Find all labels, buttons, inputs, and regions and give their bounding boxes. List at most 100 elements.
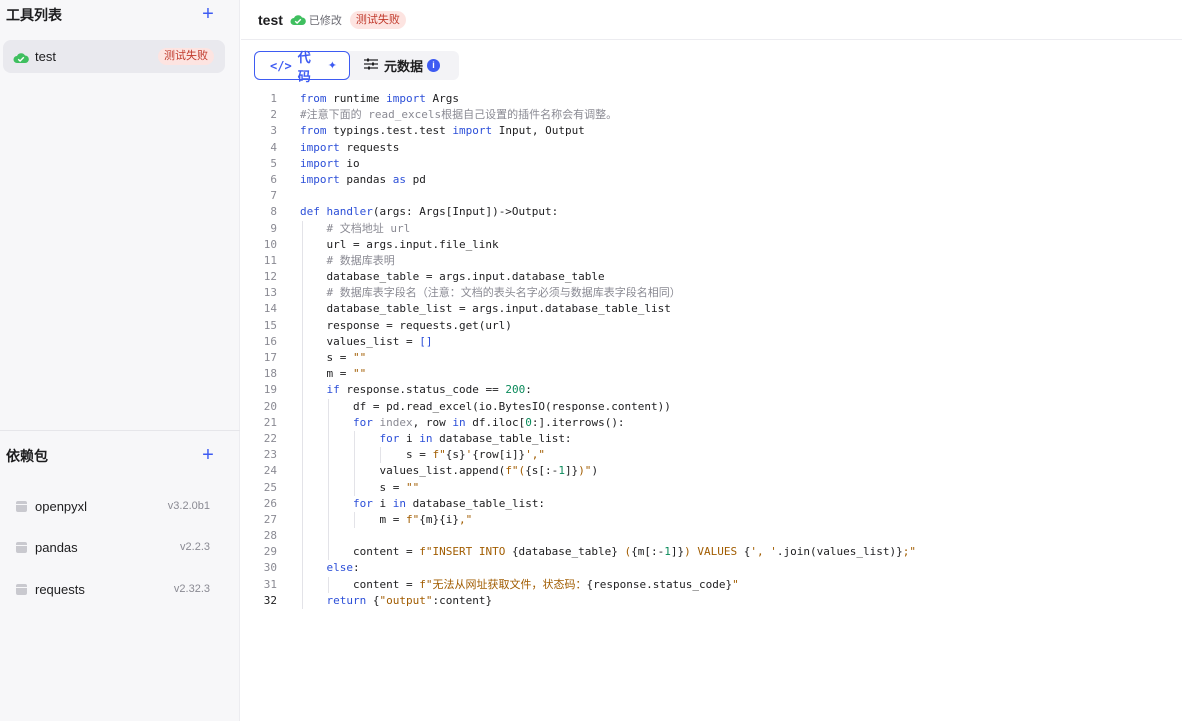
deps-section-title: 依赖包	[6, 448, 48, 464]
code-editor[interactable]: 1 from runtime import Args 2 #注意下面的 read_e…	[241, 91, 1182, 609]
add-dependency-button[interactable]: +	[198, 445, 218, 465]
line-number: 6	[270, 172, 277, 186]
tools-section-header: 工具列表 +	[0, 0, 240, 30]
line-number: 8	[270, 205, 277, 219]
line-number: 23	[263, 448, 277, 462]
code-line: s = ""	[277, 350, 366, 367]
line-number: 18	[263, 367, 277, 381]
tools-section-title: 工具列表	[6, 7, 62, 23]
code-line: def handler(args: Args[Input])->Output:	[300, 205, 559, 219]
line-number: 12	[263, 270, 277, 284]
code-line: m = ""	[277, 366, 366, 383]
topbar: test 已修改 测试失败	[241, 0, 1182, 40]
line-number: 9	[270, 221, 277, 235]
dependency-version: v2.32.3	[173, 583, 210, 595]
line-number: 20	[263, 399, 277, 413]
line-number: 24	[263, 464, 277, 478]
line-number: 27	[263, 512, 277, 526]
code-line: import requests	[300, 140, 400, 154]
line-number: 11	[263, 253, 277, 267]
code-line: # 数据库表字段名（注意：文档的表头名字必须与数据库表字段名相同）	[277, 285, 681, 302]
modified-status: 已修改	[290, 12, 342, 28]
sidebar-divider	[0, 430, 240, 431]
dependency-name: openpyxl	[35, 498, 88, 514]
tab-code[interactable]: </> 代码 ✦	[254, 50, 350, 84]
code-line: else:	[277, 560, 360, 577]
code-line: df = pd.read_excel(io.BytesIO(response.c…	[277, 398, 671, 415]
info-icon[interactable]: i	[427, 59, 441, 72]
sparkle-icon: ✦	[327, 60, 337, 72]
deps-section-header: 依赖包 +	[0, 441, 240, 471]
code-line: url = args.input.file_link	[277, 236, 499, 253]
code-line: content = f"INSERT INTO {database_table}…	[277, 544, 916, 561]
tab-metadata[interactable]: 元数据 i	[350, 51, 459, 80]
tool-item-name: test	[35, 49, 56, 64]
line-number: 14	[263, 302, 277, 316]
code-line: response = requests.get(url)	[277, 317, 512, 334]
line-number: 28	[263, 529, 277, 543]
line-number: 32	[263, 593, 277, 607]
code-line: database_table = args.input.database_tab…	[277, 269, 605, 286]
line-number: 1	[270, 92, 277, 105]
code-line: for i in database_table_list:	[277, 430, 572, 448]
line-number: 2	[270, 108, 277, 122]
code-line: values_list = []	[277, 333, 432, 350]
line-number: 5	[270, 156, 277, 170]
code-line: for index, row in df.iloc[0:].iterrows()…	[277, 414, 625, 431]
line-number: 13	[263, 286, 277, 300]
line-number: 3	[270, 124, 277, 138]
line-number: 31	[263, 577, 277, 591]
line-number: 16	[263, 334, 277, 348]
code-line: import io	[300, 156, 360, 170]
code-line: database_table_list = args.input.databas…	[277, 301, 671, 318]
dependency-version: v3.2.0b1	[167, 500, 210, 512]
page-title: test	[258, 11, 283, 28]
editor-tabs: </> 代码 ✦ 元数据 i	[254, 50, 459, 84]
tool-status-badge: 测试失败	[158, 48, 214, 65]
code-line: content = f"无法从网址获取文件，状态码：{response.stat…	[277, 576, 739, 593]
code-line: # 文档地址 url	[277, 220, 410, 237]
dependency-version: v2.2.3	[180, 541, 210, 553]
code-line: import pandas as pd	[300, 172, 426, 186]
dependency-item[interactable]: pandas v2.2.3	[16, 537, 216, 557]
code-line: #注意下面的 read_excels根据自己设置的插件名称会有调整。	[300, 108, 618, 122]
code-line: values_list.append(f"({s[:-1]})")	[277, 463, 598, 480]
code-line: from typings.test.test import Input, Out…	[300, 124, 585, 138]
sidebar: 工具列表 + test 测试失败 依赖包 + openpyxl v3.2.0b1…	[0, 0, 240, 721]
dependency-name: requests	[35, 581, 85, 597]
code-line: for i in database_table_list:	[277, 495, 545, 512]
line-number: 17	[263, 351, 277, 364]
tool-item-test[interactable]: test 测试失败	[3, 40, 225, 73]
main-panel: test 已修改 测试失败 </> 代码 ✦ 元数据 i 1 from runti…	[241, 0, 1182, 721]
dependency-name: pandas	[35, 539, 78, 555]
line-number: 15	[263, 318, 277, 332]
line-number: 10	[263, 237, 277, 251]
line-number: 19	[263, 383, 277, 397]
line-number: 29	[263, 545, 277, 559]
sliders-icon	[364, 58, 378, 73]
code-line: if response.status_code == 200:	[277, 382, 532, 399]
dependency-item[interactable]: requests v2.32.3	[16, 579, 216, 599]
line-number: 4	[270, 140, 277, 154]
code-line	[277, 528, 329, 545]
line-number: 7	[270, 189, 277, 203]
package-icon	[16, 500, 27, 512]
cloud-check-icon	[13, 51, 29, 63]
tab-code-label: 代码	[297, 49, 311, 84]
line-number: 30	[263, 561, 277, 575]
tab-metadata-label: 元数据	[384, 59, 424, 74]
package-icon	[16, 583, 27, 595]
code-line: s = f"{s}'{row[i]}',"	[277, 447, 545, 464]
package-icon	[16, 541, 27, 553]
code-icon: </>	[270, 58, 292, 73]
code-line: return {"output":content}	[277, 592, 492, 609]
cloud-check-icon	[290, 14, 306, 26]
code-line: m = f"{m}{i},"	[277, 511, 472, 529]
line-number: 22	[263, 431, 277, 445]
code-line: from runtime import Args	[300, 92, 459, 105]
line-number: 21	[263, 415, 277, 429]
add-tool-button[interactable]: +	[198, 4, 218, 24]
dependency-item[interactable]: openpyxl v3.2.0b1	[16, 496, 216, 516]
code-line: s = ""	[277, 479, 419, 496]
